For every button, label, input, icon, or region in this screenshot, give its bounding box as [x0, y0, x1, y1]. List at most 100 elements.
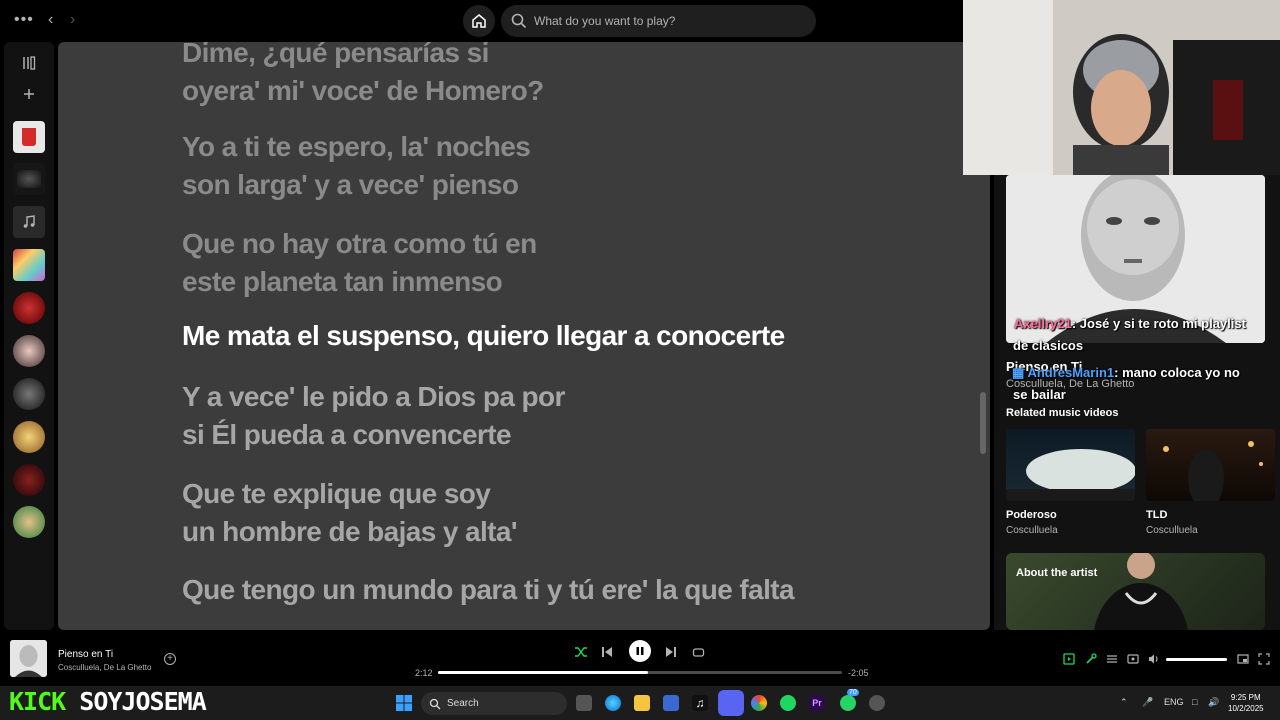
repeat-button[interactable]: [689, 643, 707, 661]
edge-browser-icon[interactable]: [605, 695, 621, 711]
settings-gear-icon[interactable]: [869, 695, 885, 711]
taskbar-search[interactable]: Search: [421, 692, 567, 715]
next-button[interactable]: [662, 643, 680, 661]
search-icon: [429, 698, 441, 709]
video-thumbnail-image: [1006, 449, 1135, 501]
volume-slider[interactable]: [1166, 658, 1227, 661]
lyric-line[interactable]: Que no hay otra como tú en: [182, 225, 537, 263]
music-note-icon: [23, 215, 35, 228]
tiktok-icon[interactable]: ♫: [692, 695, 708, 711]
shuffle-icon: [575, 647, 587, 657]
premiere-pro-icon[interactable]: Pr: [809, 695, 825, 711]
now-playing-panel: Pienso en Ti Cosculluela, De La Ghetto A…: [994, 175, 1280, 630]
search-bar[interactable]: [501, 5, 816, 37]
cover-thumbnail-image: [10, 640, 47, 677]
create-playlist-plus-icon[interactable]: [13, 78, 45, 110]
now-playing-title[interactable]: Pienso en Ti: [58, 649, 113, 660]
sidebar-item-artist-6[interactable]: [13, 506, 45, 538]
whatsapp-icon[interactable]: [840, 695, 856, 711]
queue-icon[interactable]: [1106, 653, 1118, 665]
lyric-line[interactable]: Que tengo un mundo para ti y tú ere' la …: [182, 571, 795, 609]
shuffle-button[interactable]: [572, 643, 590, 661]
search-icon: [511, 13, 527, 29]
about-the-artist-card[interactable]: About the artist: [1006, 553, 1265, 630]
spotify-icon[interactable]: [780, 695, 796, 711]
input-language[interactable]: ENG: [1164, 697, 1184, 707]
video-title-1[interactable]: Poderoso: [1006, 509, 1057, 521]
forward-arrow-icon[interactable]: ›: [70, 11, 75, 29]
lyric-line[interactable]: este planeta tan inmenso: [182, 263, 503, 301]
previous-button[interactable]: [598, 643, 616, 661]
playback-bar: Pienso en Ti Cosculluela, De La Ghetto +…: [0, 630, 1280, 686]
tray-chevron-up-icon[interactable]: ⌃: [1120, 697, 1128, 708]
sidebar-item-playlist-2[interactable]: [13, 163, 45, 195]
chat-username-1: Axellry21: [1014, 316, 1072, 331]
pause-button[interactable]: [629, 640, 651, 662]
connect-device-icon[interactable]: [1127, 653, 1139, 665]
video-title-2[interactable]: TLD: [1146, 509, 1167, 521]
sidebar-item-playlist-3[interactable]: [13, 249, 45, 281]
sidebar-item-artist-5[interactable]: [13, 464, 45, 496]
back-arrow-icon[interactable]: ‹: [48, 11, 53, 29]
top-bar: ••• ‹ ›: [0, 0, 963, 42]
chat-badge-icon: ▦: [1012, 365, 1025, 380]
task-view-icon[interactable]: [576, 695, 592, 711]
lyric-line-current[interactable]: Me mata el suspenso, quiero llegar a con…: [182, 317, 785, 355]
chat-message-1-cont: de clasicos: [1013, 338, 1084, 353]
remaining-time: -2:05: [848, 668, 869, 678]
sidebar-item-artist-2[interactable]: [13, 335, 45, 367]
progress-bar[interactable]: [438, 671, 842, 674]
repeat-icon: [692, 647, 704, 657]
windows-start-icon[interactable]: [396, 695, 412, 711]
discord-icon[interactable]: [718, 690, 744, 716]
system-clock[interactable]: 9:25 PM 10/2/2025: [1228, 692, 1264, 714]
volume-icon[interactable]: [1148, 653, 1160, 665]
library-sidebar: [4, 42, 54, 630]
lyrics-view[interactable]: Dime, ¿qué pensarías si oyera' mi' voce' …: [58, 42, 990, 630]
video-artist-1[interactable]: Cosculluela: [1006, 525, 1058, 536]
now-playing-view-icon[interactable]: [1063, 653, 1075, 665]
sidebar-item-artist-3[interactable]: [13, 378, 45, 410]
library-icon[interactable]: [13, 47, 45, 79]
kick-overlay-brand: KICK SOYJOSEMA: [9, 687, 207, 716]
related-videos-heading: Related music videos: [1006, 407, 1119, 419]
more-options-icon[interactable]: •••: [14, 11, 34, 29]
sidebar-item-playlist-1[interactable]: [13, 121, 45, 153]
dark-cover-icon: [17, 170, 41, 188]
sidebar-item-artist-4[interactable]: [13, 421, 45, 453]
video-thumb-tld[interactable]: [1146, 429, 1275, 501]
lyric-line[interactable]: si Él pueda a convencerte: [182, 416, 512, 454]
kick-logo-text: KICK: [9, 687, 66, 716]
search-input[interactable]: [534, 14, 764, 28]
lyric-line[interactable]: oyera' mi' voce' de Homero?: [182, 72, 544, 110]
home-button[interactable]: [463, 5, 495, 37]
lyric-line[interactable]: Y a vece' le pido a Dios pa por: [182, 378, 565, 416]
now-playing-cover[interactable]: [10, 640, 47, 677]
lyric-line[interactable]: Yo a ti te espero, la' noches: [182, 128, 531, 166]
streamer-name: SOYJOSEMA: [79, 687, 206, 716]
add-to-library-icon[interactable]: +: [164, 653, 176, 665]
lyrics-mic-icon[interactable]: [1085, 653, 1097, 665]
chrome-icon[interactable]: [751, 695, 767, 711]
now-playing-artist[interactable]: Cosculluela, De La Ghetto: [58, 663, 151, 672]
network-icon[interactable]: □: [1192, 697, 1197, 707]
lyric-line[interactable]: son larga' y a vece' pienso: [182, 166, 519, 204]
lyrics-scrollbar[interactable]: [980, 392, 986, 454]
lyric-line[interactable]: Dime, ¿qué pensarías si: [182, 42, 489, 72]
pause-icon: [636, 647, 644, 655]
microsoft-store-icon[interactable]: [663, 695, 679, 711]
notification-badge: 70: [847, 689, 859, 696]
lyric-line[interactable]: Que te explique que soy: [182, 475, 491, 513]
video-artist-2[interactable]: Cosculluela: [1146, 525, 1198, 536]
fullscreen-icon[interactable]: [1258, 653, 1270, 665]
video-thumb-poderoso[interactable]: [1006, 429, 1135, 501]
volume-fill: [1166, 658, 1227, 661]
miniplayer-icon[interactable]: [1237, 653, 1249, 665]
sidebar-item-liked-songs[interactable]: [13, 206, 45, 238]
sidebar-item-artist-1[interactable]: [13, 292, 45, 324]
lyric-line[interactable]: un hombre de bajas y alta': [182, 513, 518, 551]
speaker-icon[interactable]: 🔊: [1208, 697, 1219, 708]
microphone-icon[interactable]: 🎤: [1142, 697, 1153, 708]
chat-text-1: : José y si te roto mi playlist: [1071, 316, 1246, 331]
file-explorer-icon[interactable]: [634, 695, 650, 711]
